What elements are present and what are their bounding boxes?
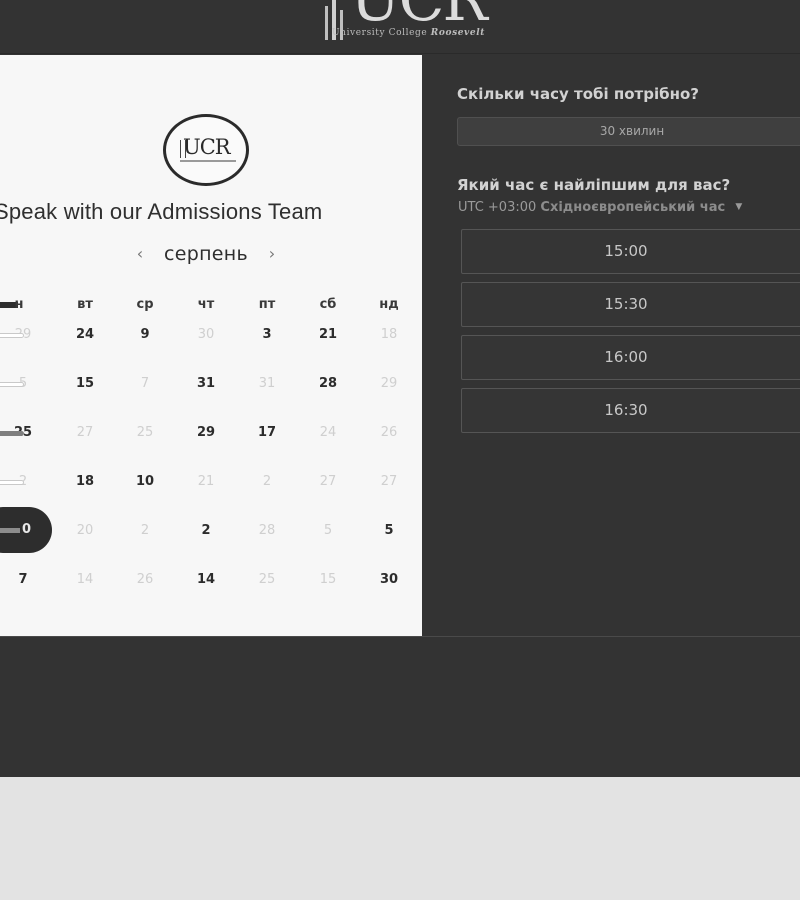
day-available[interactable]: 2: [181, 523, 231, 539]
day-unavailable: 29: [380, 376, 398, 391]
badge-subtitle-line: [180, 160, 236, 162]
day-unavailable: 27: [76, 425, 94, 440]
day-unavailable: 2: [140, 523, 150, 538]
scheduler-window: UCR University College Roosevelt UCR Spe…: [0, 0, 800, 777]
day-unavailable: 20: [76, 523, 94, 538]
selected-day-number: 0: [22, 522, 32, 537]
calendar-panel: UCR Speak with our Admissions Team ‹ сер…: [0, 55, 422, 636]
time-question: Який час є найліпшим для вас?: [457, 176, 731, 194]
day-available[interactable]: 31: [181, 376, 231, 392]
day-available[interactable]: 17: [242, 425, 292, 441]
ucr-badge-logo: UCR: [163, 114, 249, 186]
calendar-grid: 2924930321185157313128292527252917242621…: [0, 317, 422, 617]
footer-area: [0, 636, 800, 777]
day-marker: [0, 480, 24, 485]
day-unavailable: 14: [76, 572, 94, 587]
weekday-label: н: [14, 297, 24, 312]
next-month-button[interactable]: ›: [264, 244, 280, 264]
weekday-label: вт: [77, 297, 93, 312]
logo-subtitle: University College Roosevelt: [332, 28, 485, 38]
badge-text: UCR: [183, 135, 231, 159]
prev-month-button[interactable]: ‹: [132, 244, 148, 264]
day-unavailable: 26: [380, 425, 398, 440]
logo-mark: UCR: [350, 0, 488, 35]
day-unavailable: 21: [197, 474, 215, 489]
weekday-label: пт: [258, 297, 276, 312]
day-available[interactable]: 24: [60, 327, 110, 343]
day-available[interactable]: 29: [181, 425, 231, 441]
day-unavailable: 26: [136, 572, 154, 587]
selected-day[interactable]: 0: [0, 507, 52, 553]
day-unavailable: 25: [258, 572, 276, 587]
time-slot-button[interactable]: 15:30: [461, 282, 800, 327]
caret-down-icon: ▼: [735, 202, 743, 212]
time-slot-button[interactable]: 16:00: [461, 335, 800, 380]
day-available[interactable]: 28: [303, 376, 353, 392]
timezone-select[interactable]: UTC +03:00 Східноєвропейський час ▼: [458, 200, 742, 215]
day-unavailable: 7: [140, 376, 150, 391]
event-title: Speak with our Admissions Team: [0, 199, 323, 224]
day-available[interactable]: 14: [181, 572, 231, 588]
weekday-label: ср: [136, 297, 154, 312]
day-available[interactable]: 3: [242, 327, 292, 343]
day-available[interactable]: 18: [60, 474, 110, 490]
booking-panel: Скільки часу тобі потрібно? 30 хвилин Як…: [422, 55, 800, 636]
selected-day-marker: [0, 528, 20, 533]
time-slot-button[interactable]: 15:00: [461, 229, 800, 274]
day-available[interactable]: 10: [120, 474, 170, 490]
weekday-label: нд: [379, 297, 399, 312]
day-unavailable: 18: [380, 327, 398, 342]
timezone-name: Східноєвропейський час: [540, 200, 726, 215]
time-slot-button[interactable]: 16:30: [461, 388, 800, 433]
day-available[interactable]: 21: [303, 327, 353, 343]
day-unavailable: 24: [319, 425, 337, 440]
weekday-header: н вт ср чт пт сб нд: [0, 297, 422, 315]
day-unavailable: 5: [323, 523, 333, 538]
day-unavailable: 28: [258, 523, 276, 538]
duration-question: Скільки часу тобі потрібно?: [457, 85, 699, 103]
day-marker: [0, 333, 24, 338]
month-navigation: ‹ серпень ›: [130, 242, 280, 268]
day-available[interactable]: 30: [364, 572, 414, 588]
day-marker: [0, 431, 24, 436]
day-available[interactable]: 5: [364, 523, 414, 539]
day-unavailable: 27: [319, 474, 337, 489]
weekday-label: чт: [197, 297, 215, 312]
day-unavailable: 15: [319, 572, 337, 587]
day-unavailable: 31: [258, 376, 276, 391]
month-label: серпень: [163, 243, 249, 265]
day-available[interactable]: 7: [0, 572, 48, 588]
day-unavailable: 25: [136, 425, 154, 440]
header: UCR University College Roosevelt: [0, 0, 800, 54]
ucr-logo: UCR University College Roosevelt: [320, 0, 525, 44]
duration-option[interactable]: 30 хвилин: [457, 117, 800, 146]
day-unavailable: 2: [262, 474, 272, 489]
day-unavailable: 27: [380, 474, 398, 489]
day-available[interactable]: 9: [120, 327, 170, 343]
timezone-offset: UTC +03:00: [458, 200, 537, 215]
day-marker: [0, 382, 24, 387]
day-available[interactable]: 15: [60, 376, 110, 392]
weekday-label: сб: [319, 297, 337, 312]
day-unavailable: 30: [197, 327, 215, 342]
